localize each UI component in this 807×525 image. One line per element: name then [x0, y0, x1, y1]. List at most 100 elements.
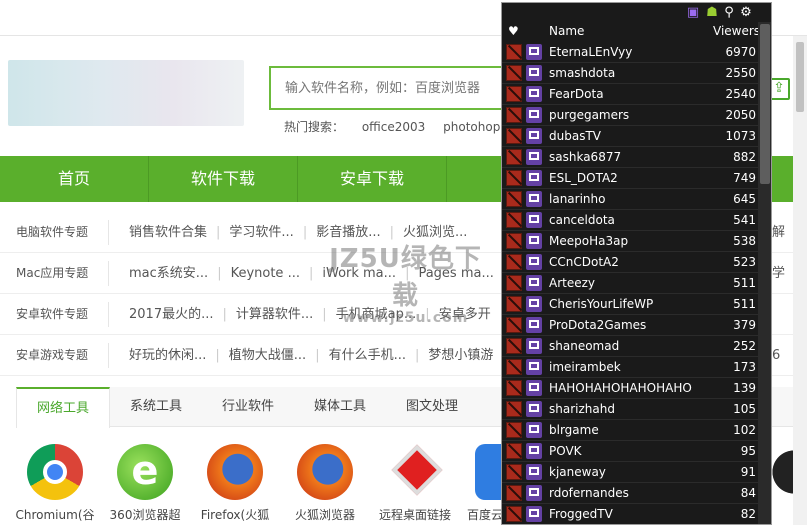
stream-name[interactable]: ESL_DOTA2 — [549, 171, 618, 185]
category-link-partial[interactable]: 学 — [772, 253, 785, 294]
stream-row[interactable]: smashdota 2550 — [502, 63, 758, 84]
stream-viewers: 173 — [733, 360, 756, 374]
stream-name[interactable]: purgegamers — [549, 108, 629, 122]
app-360-browser[interactable]: e 360浏览器超 — [105, 444, 185, 523]
category-link[interactable]: 手机商城ap... — [336, 307, 417, 322]
hot-search-item[interactable]: photohop — [443, 120, 500, 134]
stream-row[interactable]: ESL_DOTA2 749 — [502, 168, 758, 189]
tab-media-tools[interactable]: 媒体工具 — [294, 387, 386, 427]
page-scrollbar-thumb[interactable] — [796, 42, 804, 112]
category-label[interactable]: 电脑软件专题 — [16, 212, 88, 253]
stream-name[interactable]: dubasTV — [549, 129, 601, 143]
stream-name[interactable]: sashka6877 — [549, 150, 621, 164]
category-link-partial[interactable]: 6 — [772, 335, 780, 376]
stream-name[interactable]: blrgame — [549, 423, 599, 437]
tab-network-tools[interactable]: 网络工具 — [16, 387, 110, 428]
stream-row[interactable]: EternaLEnVyy 6970 — [502, 42, 758, 63]
app-chromium[interactable]: Chromium(谷 — [15, 444, 95, 523]
twitch-icon[interactable]: ▣ — [685, 5, 701, 21]
category-link[interactable]: 安卓多开 — [439, 307, 491, 322]
category-label[interactable]: 安卓软件专题 — [16, 294, 88, 335]
popup-scrollbar-thumb[interactable] — [760, 24, 770, 184]
nav-item-home[interactable]: 首页 — [0, 156, 149, 202]
tab-system-tools[interactable]: 系统工具 — [110, 387, 202, 427]
category-link[interactable]: 2017最火的... — [129, 307, 213, 322]
category-link[interactable]: 植物大战僵... — [229, 348, 306, 363]
gear-icon[interactable]: ⚙ — [738, 5, 754, 21]
favorite-heart-icon[interactable]: ♥ — [508, 24, 519, 38]
stream-row[interactable]: rdofernandes 84 — [502, 483, 758, 504]
site-search-input[interactable] — [269, 66, 509, 110]
category-label[interactable]: 安卓游戏专题 — [16, 335, 88, 376]
category-link-partial[interactable]: 解 — [772, 212, 785, 253]
stream-name[interactable]: CherisYourLifeWP — [549, 297, 653, 311]
stream-row[interactable]: kjaneway 91 — [502, 462, 758, 483]
stream-name[interactable]: POVK — [549, 444, 582, 458]
category-link[interactable]: Pages ma... — [418, 266, 493, 281]
stream-row[interactable]: CherisYourLifeWP 511 — [502, 294, 758, 315]
stream-name[interactable]: shaneomad — [549, 339, 619, 353]
category-link[interactable]: 火狐浏览... — [403, 225, 467, 240]
category-link[interactable]: mac系统安... — [129, 266, 208, 281]
stream-name[interactable]: lanarinho — [549, 192, 605, 206]
stream-row[interactable]: sharizhahd 105 — [502, 399, 758, 420]
category-link[interactable]: 销售软件合集 — [129, 225, 207, 240]
stream-row[interactable]: ProDota2Games 379 — [502, 315, 758, 336]
stream-name[interactable]: imeirambek — [549, 360, 621, 374]
stream-name[interactable]: rdofernandes — [549, 486, 629, 500]
tab-image-processing[interactable]: 图文处理 — [386, 387, 478, 427]
stream-row[interactable]: shaneomad 252 — [502, 336, 758, 357]
stream-row[interactable]: FroggedTV 82 — [502, 504, 758, 524]
category-link[interactable]: iWork ma... — [322, 266, 396, 281]
stream-row[interactable]: FearDota 2540 — [502, 84, 758, 105]
stream-row[interactable]: MeepoHa3ap 538 — [502, 231, 758, 252]
tab-industry-software[interactable]: 行业软件 — [202, 387, 294, 427]
stream-name[interactable]: EternaLEnVyy — [549, 45, 632, 59]
stream-name[interactable]: FearDota — [549, 87, 604, 101]
category-label[interactable]: Mac应用专题 — [16, 253, 88, 294]
stream-name[interactable]: HAHOHAHOHAHOHAHO — [549, 381, 692, 395]
stream-row[interactable]: purgegamers 2050 — [502, 105, 758, 126]
stream-name[interactable]: canceldota — [549, 213, 615, 227]
stream-row[interactable]: CCnCDotA2 523 — [502, 252, 758, 273]
stream-row[interactable]: lanarinho 645 — [502, 189, 758, 210]
stream-name[interactable]: CCnCDotA2 — [549, 255, 619, 269]
stream-name[interactable]: MeepoHa3ap — [549, 234, 628, 248]
page-scrollbar[interactable] — [793, 36, 807, 525]
category-link[interactable]: 有什么手机... — [329, 348, 406, 363]
hot-search-item[interactable]: office2003 — [362, 120, 425, 134]
category-link[interactable]: 学习软件... — [229, 225, 293, 240]
app-remote-desktop[interactable]: 远程桌面链接 — [375, 444, 455, 523]
column-name[interactable]: Name — [549, 24, 584, 38]
android-icon[interactable]: ☗ — [704, 5, 720, 21]
dota2-game-icon — [506, 149, 522, 165]
qq-icon[interactable] — [772, 444, 794, 500]
stream-row[interactable]: POVK 95 — [502, 441, 758, 462]
stream-row[interactable]: HAHOHAHOHAHOHAHO 139 — [502, 378, 758, 399]
app-firefox[interactable]: Firefox(火狐 — [195, 444, 275, 523]
stream-name[interactable]: smashdota — [549, 66, 615, 80]
site-logo[interactable] — [8, 60, 244, 126]
category-link[interactable]: 计算器软件... — [236, 307, 313, 322]
category-link[interactable]: Keynote ... — [231, 266, 300, 281]
stream-name[interactable]: ProDota2Games — [549, 318, 646, 332]
stream-row[interactable]: blrgame 102 — [502, 420, 758, 441]
category-link[interactable]: 影音播放... — [316, 225, 380, 240]
stream-name[interactable]: sharizhahd — [549, 402, 615, 416]
stream-name[interactable]: FroggedTV — [549, 507, 613, 521]
stream-name[interactable]: Arteezy — [549, 276, 595, 290]
stream-name[interactable]: kjaneway — [549, 465, 606, 479]
stream-row[interactable]: canceldota 541 — [502, 210, 758, 231]
column-viewers[interactable]: Viewers — [713, 24, 760, 38]
stream-row[interactable]: sashka6877 882 — [502, 147, 758, 168]
nav-item-android[interactable]: 安卓下载 — [298, 156, 447, 202]
search-icon[interactable]: ⚲ — [721, 5, 737, 21]
stream-row[interactable]: dubasTV 1073 — [502, 126, 758, 147]
app-firefox-cn[interactable]: 火狐浏览器 — [285, 444, 365, 523]
category-link[interactable]: 梦想小镇游 — [428, 348, 493, 363]
stream-row[interactable]: imeirambek 173 — [502, 357, 758, 378]
nav-item-software[interactable]: 软件下载 — [149, 156, 298, 202]
popup-scrollbar[interactable] — [758, 22, 771, 524]
stream-row[interactable]: Arteezy 511 — [502, 273, 758, 294]
category-link[interactable]: 好玩的休闲... — [129, 348, 206, 363]
